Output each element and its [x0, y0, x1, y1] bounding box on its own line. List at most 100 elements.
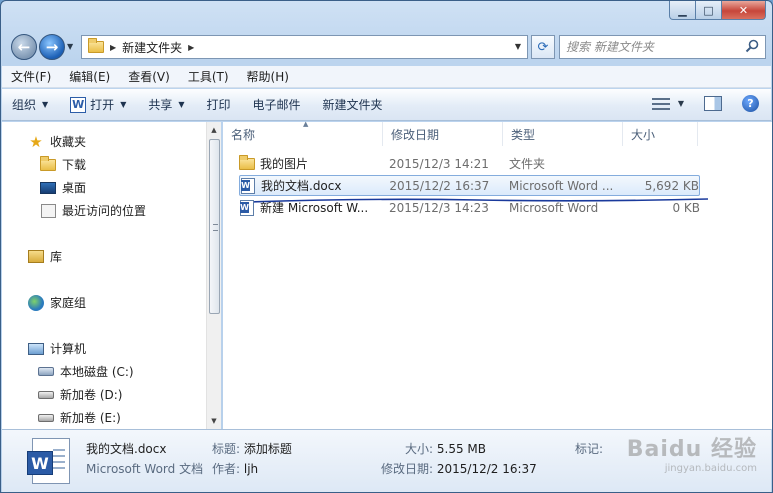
sidebar-item-drive-d[interactable]: 新加卷 (D:): [38, 386, 122, 403]
menu-edit[interactable]: 编辑(E): [66, 66, 113, 87]
file-size: 5,692 KB: [644, 178, 699, 193]
new-folder-label: 新建文件夹: [322, 98, 383, 112]
open-label: 打开: [90, 98, 115, 112]
arrow-left-icon: ←: [17, 38, 31, 56]
preview-pane-icon[interactable]: [704, 96, 722, 111]
chevron-down-icon: ▼: [514, 42, 521, 51]
sidebar-item-label: 计算机: [50, 342, 87, 356]
chevron-down-icon: ▼: [42, 100, 49, 109]
organize-button[interactable]: 组织 ▼: [12, 96, 48, 113]
homegroup-icon: [28, 294, 44, 311]
sort-ascending-icon: ▲: [303, 120, 309, 128]
sidebar-item-drive-e[interactable]: 新加卷 (E:): [38, 409, 121, 426]
maximize-icon: □: [703, 3, 714, 17]
sidebar-item-label: 下载: [62, 158, 87, 172]
print-button[interactable]: 打印: [207, 96, 231, 113]
command-bar: 组织 ▼ W 打开 ▼ 共享 ▼ 打印 电子邮件 新建文件夹 ▼ ?: [2, 89, 771, 121]
scroll-up-icon[interactable]: ▲: [207, 122, 221, 138]
navigation-bar: ← → ▼ ▶ 新建文件夹 ▶ ▼ ⟳: [9, 32, 766, 62]
library-icon: [28, 249, 44, 265]
file-row-selected[interactable]: 我的文档.docx 2015/12/2 16:37 Microsoft Word…: [239, 175, 700, 196]
chevron-down-icon[interactable]: ▼: [678, 99, 684, 108]
sidebar-item-label: 库: [50, 250, 63, 264]
view-options-icon[interactable]: [651, 96, 670, 112]
file-name: 我的文档.docx: [261, 179, 342, 193]
chevron-right-icon[interactable]: ▶: [110, 43, 116, 52]
back-button[interactable]: ←: [11, 34, 37, 60]
folder-icon: [88, 38, 104, 53]
recent-pages-dropdown[interactable]: ▼: [67, 42, 73, 51]
arrow-right-icon: →: [45, 38, 59, 56]
open-button[interactable]: W 打开 ▼: [70, 96, 126, 113]
sidebar-item-libraries[interactable]: 库: [28, 248, 62, 265]
menu-view[interactable]: 查看(V): [125, 66, 173, 87]
details-title: 标题: 添加标题: [212, 442, 292, 456]
details-author-value[interactable]: ljh: [244, 462, 258, 476]
folder-icon: [239, 155, 255, 172]
menu-file[interactable]: 文件(F): [8, 66, 54, 87]
file-row[interactable]: 我的图片 2015/12/3 14:21 文件夹: [239, 153, 700, 174]
sidebar-item-desktop[interactable]: 桌面: [40, 179, 86, 196]
chevron-right-icon[interactable]: ▶: [188, 43, 194, 52]
address-bar[interactable]: ▶ 新建文件夹 ▶ ▼: [81, 35, 528, 59]
menu-tools[interactable]: 工具(T): [185, 66, 232, 87]
file-list: ▲ 名称 修改日期 类型 大小 我的图片 2015/12/3 14:21 文件夹: [223, 120, 772, 429]
sidebar-item-label: 最近访问的位置: [62, 204, 147, 218]
scrollbar-thumb[interactable]: [209, 139, 220, 314]
sidebar-item-computer[interactable]: 计算机: [28, 340, 86, 357]
desktop-icon: [40, 180, 56, 196]
forward-button[interactable]: →: [39, 34, 65, 60]
close-button[interactable]: ✕: [722, 1, 766, 20]
column-header-type[interactable]: 类型: [503, 122, 623, 146]
address-history-dropdown[interactable]: ▼: [515, 42, 521, 51]
column-header-row: ▲ 名称 修改日期 类型 大小: [223, 120, 772, 146]
word-doc-icon: [239, 199, 255, 216]
view-controls: ▼ ?: [651, 95, 759, 112]
system-drive-icon: [38, 364, 54, 380]
caption-buttons: ▁ □ ✕: [669, 1, 766, 20]
breadcrumb-item[interactable]: 新建文件夹: [122, 39, 182, 56]
details-title-value[interactable]: 添加标题: [244, 442, 292, 456]
scroll-down-icon[interactable]: ▼: [207, 413, 221, 429]
details-size: 大小: 5.55 MB: [405, 442, 486, 456]
email-button[interactable]: 电子邮件: [253, 96, 301, 113]
file-name: 新建 Microsoft W...: [260, 201, 369, 215]
details-filetype: Microsoft Word 文档: [86, 462, 204, 476]
sidebar-item-label: 收藏夹: [50, 135, 87, 149]
help-icon[interactable]: ?: [742, 95, 759, 112]
column-header-size[interactable]: 大小: [623, 122, 698, 146]
organize-label: 组织: [12, 98, 37, 112]
column-header-label: 修改日期: [391, 127, 440, 142]
sidebar-item-recent-places[interactable]: 最近访问的位置: [40, 202, 146, 219]
details-tags[interactable]: 标记:: [575, 440, 603, 457]
new-folder-button[interactable]: 新建文件夹: [323, 96, 383, 113]
sidebar-item-downloads[interactable]: 下载: [40, 155, 87, 173]
navigation-scrollbar[interactable]: ▲ ▼: [206, 122, 221, 429]
email-label: 电子邮件: [252, 98, 301, 112]
star-icon: ★: [29, 132, 43, 151]
chevron-down-icon: ▼: [120, 100, 127, 109]
column-header-name[interactable]: ▲ 名称: [223, 120, 383, 146]
column-header-label: 类型: [511, 127, 536, 142]
search-input[interactable]: [566, 37, 746, 57]
minimize-icon: ▁: [678, 3, 687, 17]
file-row[interactable]: 新建 Microsoft W... 2015/12/3 14:23 Micros…: [239, 197, 700, 218]
sidebar-item-homegroup[interactable]: 家庭组: [28, 294, 86, 311]
search-icon[interactable]: [745, 39, 759, 56]
sidebar-item-label: 新加卷 (D:): [60, 388, 123, 402]
maximize-button[interactable]: □: [696, 1, 722, 20]
column-header-date[interactable]: 修改日期: [383, 122, 503, 146]
minimize-button[interactable]: ▁: [669, 1, 696, 20]
computer-icon: [28, 341, 44, 357]
print-label: 打印: [206, 98, 231, 112]
search-box[interactable]: [559, 35, 766, 59]
details-modified: 修改日期: 2015/12/2 16:37: [381, 462, 537, 476]
refresh-button[interactable]: ⟳: [531, 35, 555, 59]
share-button[interactable]: 共享 ▼: [148, 96, 184, 113]
word-icon: W: [70, 96, 87, 113]
drive-icon: [38, 410, 54, 426]
menu-help[interactable]: 帮助(H): [244, 66, 292, 87]
sidebar-item-favorites[interactable]: ★ 收藏夹: [28, 132, 87, 151]
details-size-value: 5.55 MB: [436, 442, 486, 456]
sidebar-item-drive-c[interactable]: 本地磁盘 (C:): [38, 363, 134, 380]
